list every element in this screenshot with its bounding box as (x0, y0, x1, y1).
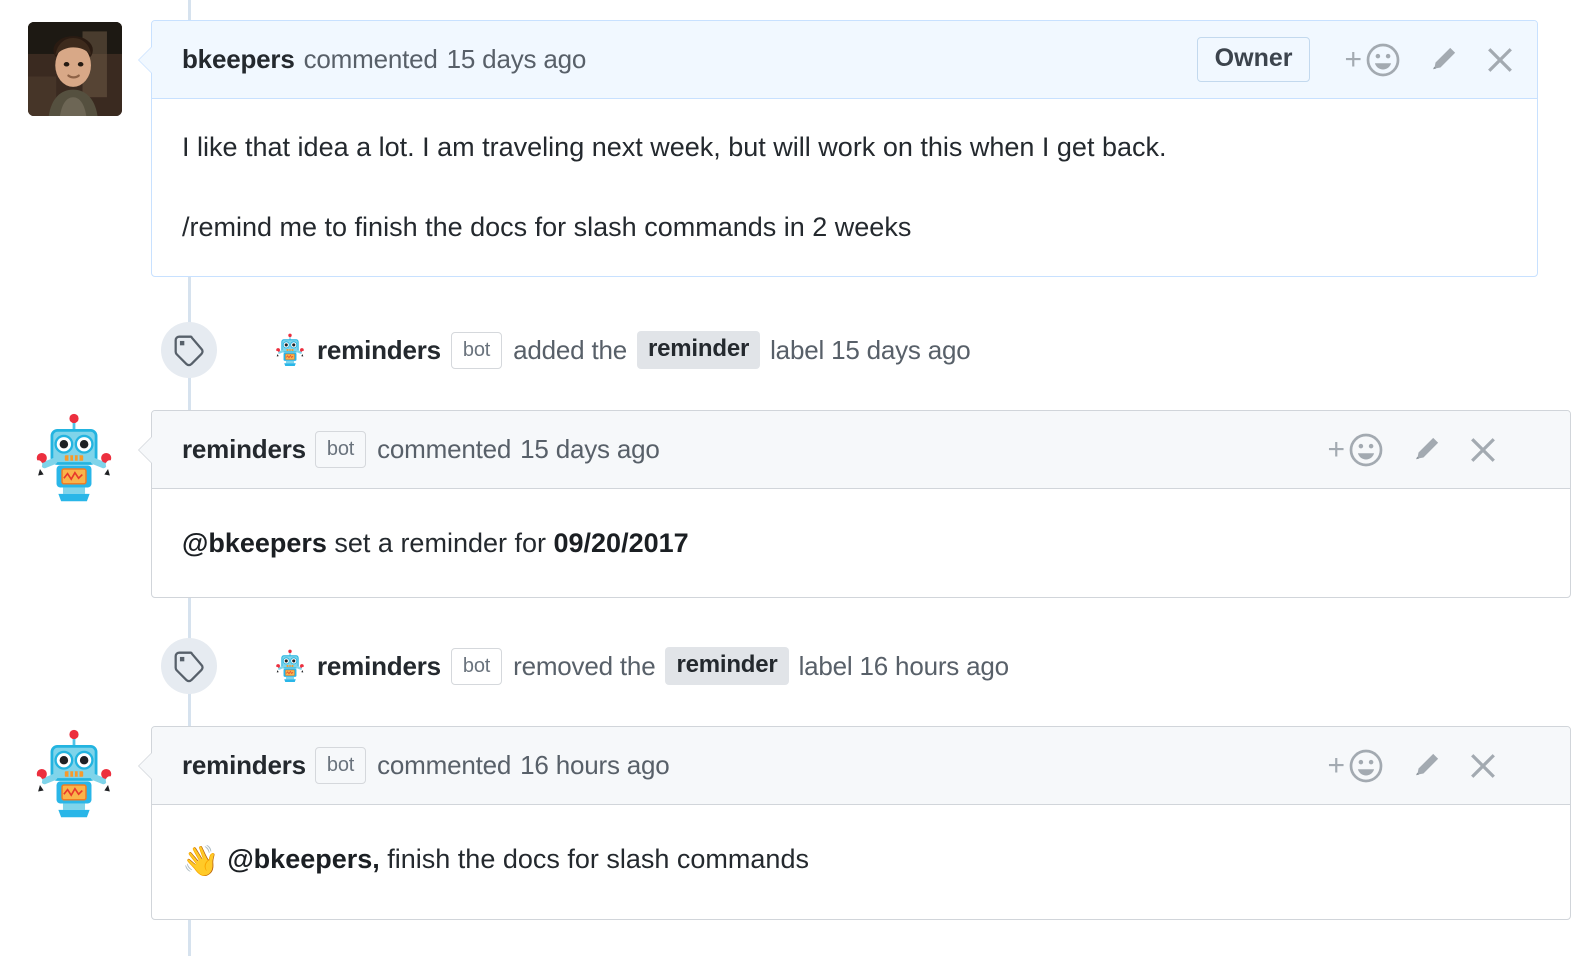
bot-badge: bot (450, 331, 503, 369)
bot-badge: bot (450, 647, 503, 685)
comment-header: bkeepers commented 15 days ago Owner + (152, 21, 1537, 99)
comment-header-actions: Owner + (1196, 37, 1515, 82)
pencil-icon (1410, 434, 1442, 466)
edit-comment-button[interactable] (1410, 434, 1442, 466)
add-reaction-button[interactable]: + (1327, 748, 1384, 784)
waving-hand-icon: 👋 (182, 845, 220, 878)
event-action: removed the (513, 650, 656, 681)
avatar[interactable] (28, 22, 122, 116)
reminder-date: 09/20/2017 (553, 528, 689, 558)
comment-action: commented (303, 44, 438, 74)
tag-icon (172, 333, 206, 367)
comment-timestamp[interactable]: 15 days ago (520, 434, 660, 465)
body-text: set a reminder for (326, 528, 554, 558)
close-button[interactable] (1485, 45, 1515, 75)
comment-paragraph: 👋 @bkeepers, finish the docs for slash co… (182, 841, 1540, 883)
bot-badge: bot (314, 747, 367, 784)
comment-body: I like that idea a lot. I am traveling n… (152, 99, 1537, 276)
bot-badge: bot (314, 431, 367, 468)
label-chip[interactable]: reminder (665, 647, 789, 685)
edit-comment-button[interactable] (1427, 44, 1459, 76)
comment-caret-fill (139, 753, 152, 779)
comment-header: reminders bot commented 15 days ago + (152, 411, 1570, 489)
user-mention[interactable]: @bkeepers (182, 528, 327, 558)
close-button[interactable] (1468, 751, 1498, 781)
smiley-icon (1365, 42, 1401, 78)
event-icon-badge (161, 322, 217, 378)
close-icon (1468, 435, 1498, 465)
comment-caret-fill (139, 437, 152, 463)
comment-body: @bkeepers set a reminder for 09/20/2017 (152, 489, 1570, 597)
event-text: reminders bot removed the reminder label… (317, 647, 1009, 685)
timeline-event-row: reminders bot removed the reminder label… (161, 638, 1009, 694)
comment-card: reminders bot commented 16 hours ago + 👋… (138, 726, 1571, 920)
avatar[interactable] (28, 728, 120, 820)
close-button[interactable] (1468, 435, 1498, 465)
close-icon (1485, 45, 1515, 75)
event-actor[interactable]: reminders (317, 651, 441, 682)
event-actor[interactable]: reminders (317, 335, 441, 366)
comment-header: reminders bot commented 16 hours ago + (152, 727, 1570, 805)
issue-timeline: bkeepers commented 15 days ago Owner + I… (0, 0, 1580, 956)
event-suffix: label 15 days ago (770, 334, 971, 365)
comment-caret-fill (139, 47, 152, 73)
event-action: added the (513, 334, 627, 365)
edit-comment-button[interactable] (1410, 750, 1442, 782)
comment-action: commented (377, 750, 512, 780)
body-text: finish the docs for slash commands (379, 844, 809, 874)
comment-body: 👋 @bkeepers, finish the docs for slash co… (152, 805, 1570, 919)
comment-byline: reminders bot commented 15 days ago (182, 431, 660, 468)
add-reaction-button[interactable]: + (1344, 42, 1401, 78)
pencil-icon (1427, 44, 1459, 76)
tag-icon (172, 649, 206, 683)
comment-timestamp[interactable]: 15 days ago (447, 44, 587, 75)
comment-paragraph: /remind me to finish the docs for slash … (182, 212, 912, 243)
comment-card: reminders bot commented 15 days ago + @b… (138, 410, 1571, 599)
status-badge: Owner (1196, 37, 1311, 82)
comment-header-actions: + (1327, 748, 1498, 784)
smiley-icon (1348, 748, 1384, 784)
event-icon-badge (161, 638, 217, 694)
pencil-icon (1410, 750, 1442, 782)
avatar[interactable] (28, 412, 120, 504)
comment-action: commented (377, 434, 512, 464)
event-suffix: label 16 hours ago (798, 650, 1010, 681)
comment-card: bkeepers commented 15 days ago Owner + I… (138, 20, 1538, 277)
plus-icon: + (1344, 42, 1362, 76)
comment-paragraph: @bkeepers set a reminder for 09/20/2017 (182, 525, 1540, 561)
comment-byline: reminders bot commented 16 hours ago (182, 747, 670, 784)
comment-author[interactable]: reminders (182, 434, 306, 465)
comment-paragraph: I like that idea a lot. I am traveling n… (182, 132, 1167, 162)
plus-icon: + (1327, 432, 1345, 466)
smiley-icon (1348, 432, 1384, 468)
comment-author[interactable]: reminders (182, 750, 306, 781)
user-photo-icon (28, 22, 122, 116)
event-text: reminders bot added the reminder label 1… (317, 331, 971, 369)
comment-header-actions: + (1327, 432, 1498, 468)
timeline-event-row: reminders bot added the reminder label 1… (161, 322, 971, 378)
comment-timestamp[interactable]: 16 hours ago (520, 750, 670, 781)
close-icon (1468, 751, 1498, 781)
label-chip[interactable]: reminder (637, 331, 761, 369)
comment-byline: bkeepers commented 15 days ago (182, 44, 586, 75)
robot-avatar-icon[interactable] (273, 649, 307, 683)
robot-avatar-icon[interactable] (273, 333, 307, 367)
plus-icon: + (1327, 748, 1345, 782)
user-mention[interactable]: @bkeepers, (227, 844, 379, 874)
add-reaction-button[interactable]: + (1327, 432, 1384, 468)
comment-author[interactable]: bkeepers (182, 44, 295, 75)
